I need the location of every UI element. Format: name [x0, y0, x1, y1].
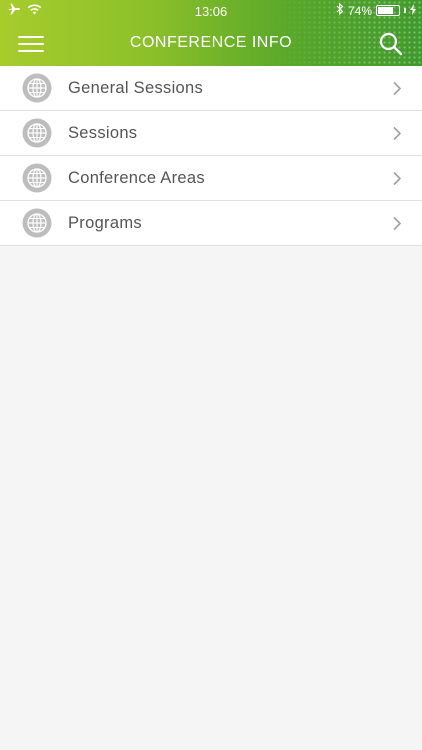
chevron-right-icon	[392, 171, 402, 186]
navigation-bar: CONFERENCE INFO	[0, 22, 422, 66]
search-icon	[379, 32, 403, 56]
battery-tip	[404, 8, 406, 13]
status-right: 74%	[336, 2, 416, 18]
list-item-label: Sessions	[68, 124, 138, 142]
list-item[interactable]: General Sessions	[0, 66, 422, 111]
bluetooth-icon	[336, 2, 344, 18]
list-item[interactable]: Programs	[0, 201, 422, 246]
globe-icon	[22, 118, 52, 148]
list-item-label: Programs	[68, 214, 142, 232]
chevron-right-icon	[392, 81, 402, 96]
list-item-label: Conference Areas	[68, 169, 205, 187]
charging-icon	[410, 3, 416, 18]
list-item-label: General Sessions	[68, 79, 204, 97]
search-button[interactable]	[378, 31, 404, 57]
globe-icon	[22, 208, 52, 238]
page-title: CONFERENCE INFO	[129, 34, 293, 51]
battery-icon	[376, 5, 400, 16]
battery-fill	[378, 7, 393, 14]
app-header: 13:06 74% CONFERENCE INFO	[0, 0, 422, 66]
globe-icon	[22, 73, 52, 103]
status-bar: 13:06 74%	[0, 0, 422, 22]
conference-info-list: General Sessions Sessions Conference Areas…	[0, 66, 422, 246]
chevron-right-icon	[392, 216, 402, 231]
battery-percent: 74%	[347, 3, 372, 18]
globe-icon	[22, 163, 52, 193]
list-item[interactable]: Sessions	[0, 111, 422, 156]
chevron-right-icon	[392, 126, 402, 141]
list-item[interactable]: Conference Areas	[0, 156, 422, 201]
